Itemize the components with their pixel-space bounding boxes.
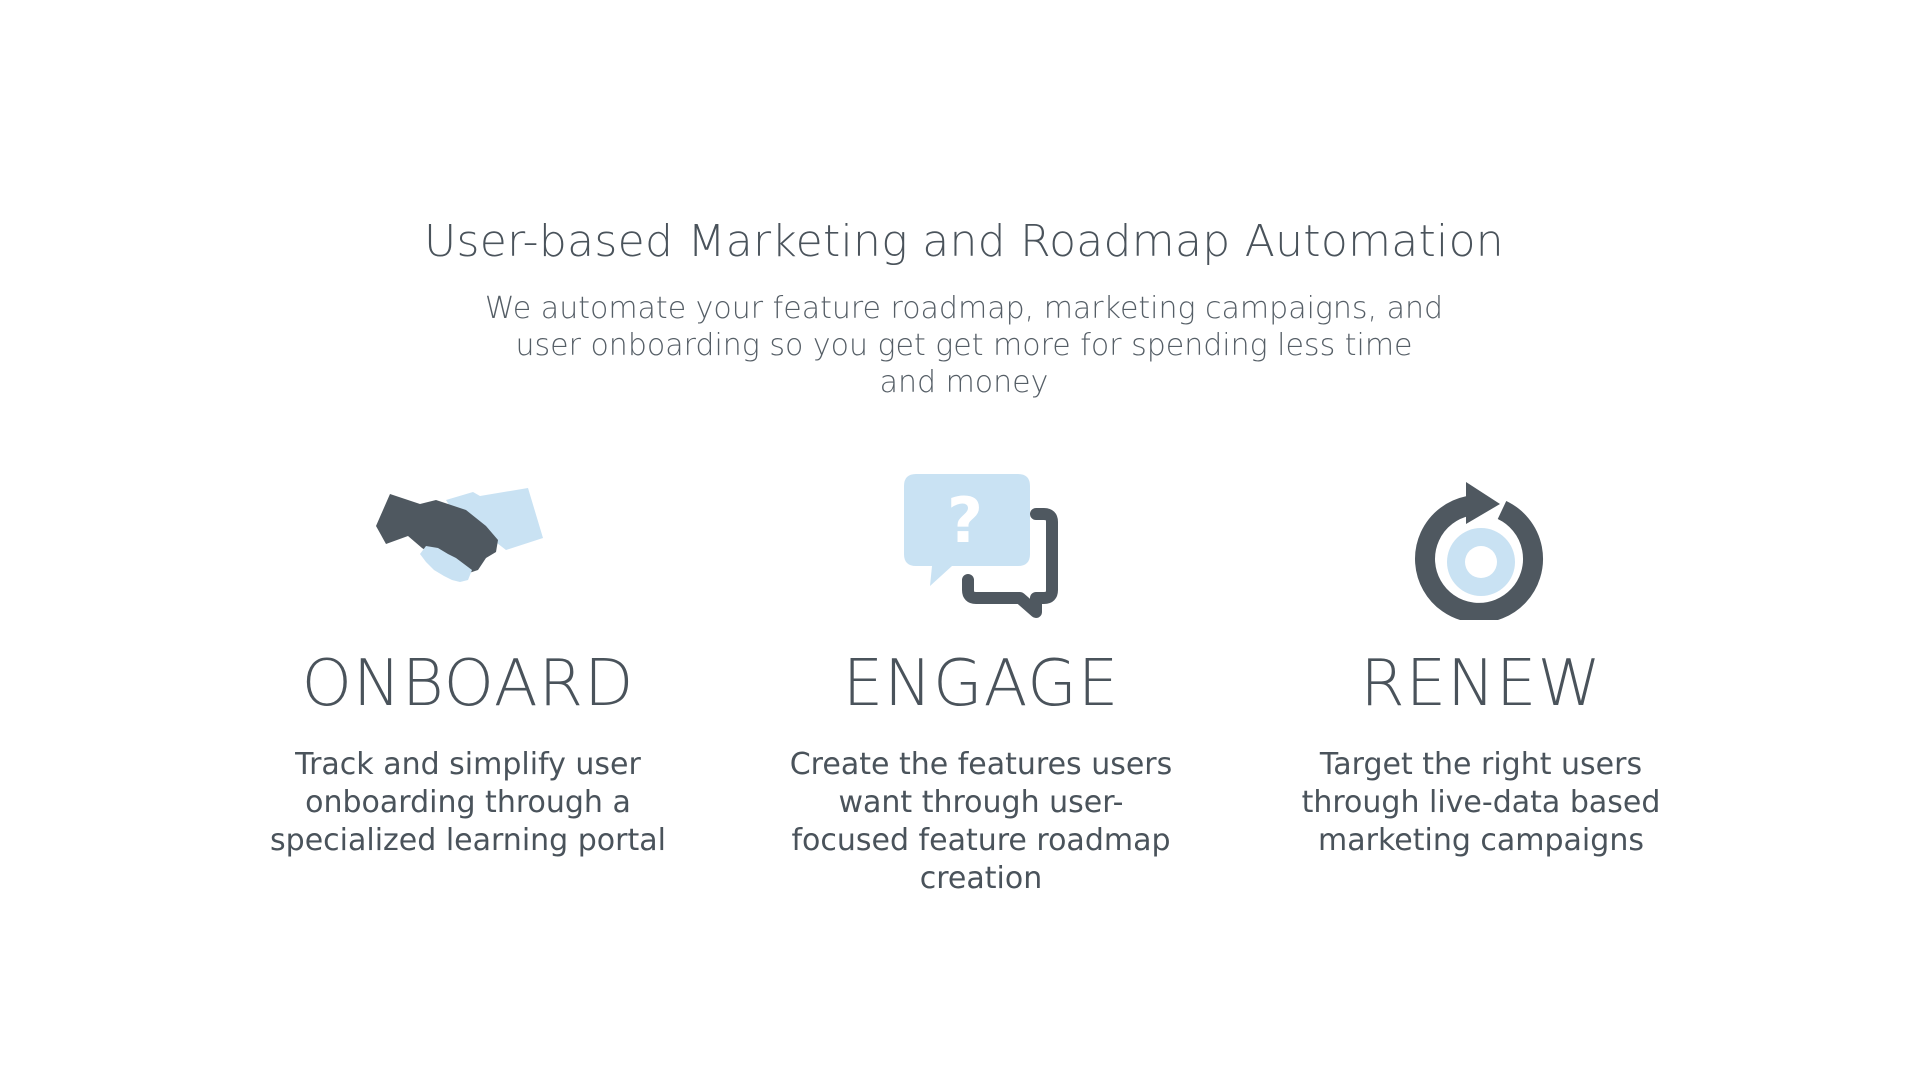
feature-onboard: ONBOARD Track and simplify user onboardi… [258, 470, 678, 860]
renew-cycle-icon [1415, 482, 1544, 620]
question-chat-icon: ? [904, 474, 1058, 618]
page-subtitle: We automate your feature roadmap, market… [484, 291, 1444, 400]
hero-section: User-based Marketing and Roadmap Automat… [0, 212, 1928, 401]
feature-description: Create the features users want through u… [789, 747, 1173, 896]
feature-title: ONBOARD [301, 647, 635, 721]
handshake-icon [376, 488, 543, 582]
feature-title: RENEW [1360, 647, 1602, 721]
feature-description: Track and simplify user onboarding throu… [270, 747, 666, 858]
feature-renew: RENEW Target the right users through liv… [1271, 470, 1691, 860]
features-section: ONBOARD Track and simplify user onboardi… [0, 470, 1928, 896]
page-title: User-based Marketing and Roadmap Automat… [424, 216, 1504, 267]
feature-description: Target the right users through live-data… [1301, 747, 1661, 858]
feature-engage: ? ENGAGE Create the features users want … [771, 470, 1191, 898]
feature-title: ENGAGE [842, 647, 1120, 721]
svg-text:?: ? [947, 484, 983, 557]
